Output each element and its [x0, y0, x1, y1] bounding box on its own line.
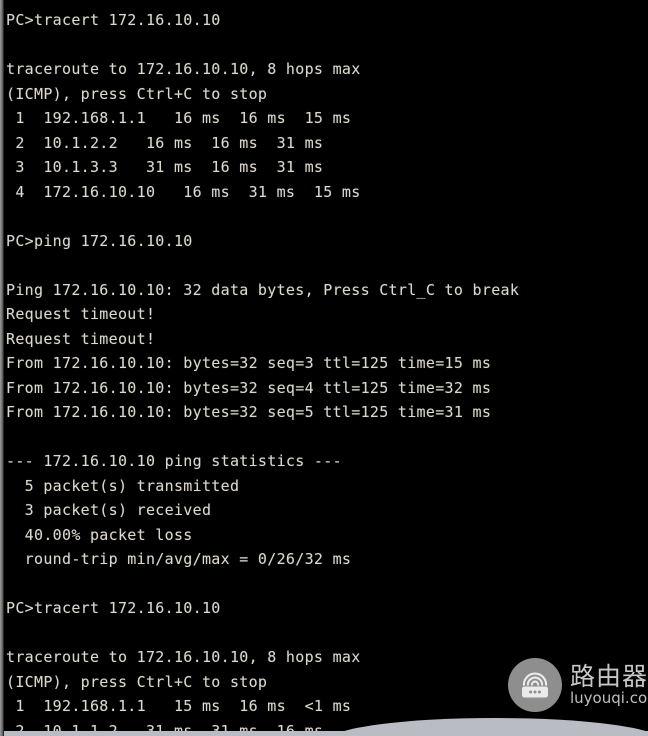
router-icon [508, 658, 562, 712]
terminal-line: Request timeout! [6, 305, 156, 323]
terminal-line: From 172.16.10.10: bytes=32 seq=3 ttl=12… [6, 354, 492, 372]
terminal-line: 40.00% packet loss [6, 525, 193, 544]
window-left-border [0, 0, 4, 736]
terminal-line: From 172.16.10.10: bytes=32 seq=4 ttl=12… [6, 378, 492, 397]
terminal-line: PC>tracert 172.16.10.10 [6, 599, 221, 617]
terminal-output[interactable]: PC>tracert 172.16.10.10 traceroute to 172… [0, 0, 648, 736]
terminal-line: 3 packet(s) received [6, 501, 212, 519]
bottom-edge-bar [0, 731, 648, 736]
terminal-line: PC>tracert 172.16.10.10 [6, 11, 221, 29]
terminal-line: (ICMP), press Ctrl+C to stop [6, 84, 268, 103]
terminal-line: From 172.16.10.10: bytes=32 seq=5 ttl=12… [6, 403, 492, 421]
watermark-title: 路由器 [570, 662, 648, 691]
terminal-line: PC>ping 172.16.10.10 [6, 231, 193, 250]
terminal-line: --- 172.16.10.10 ping statistics --- [6, 452, 342, 470]
watermark: 路由器 luyouqi.com [508, 658, 648, 712]
terminal-line: 2 10.1.2.2 16 ms 16 ms 31 ms [6, 133, 324, 152]
terminal-line: round-trip min/avg/max = 0/26/32 ms [6, 550, 352, 568]
terminal-line: traceroute to 172.16.10.10, 8 hops max [6, 60, 361, 78]
terminal-line: Request timeout! [6, 329, 156, 348]
terminal-screen: PC>tracert 172.16.10.10 traceroute to 172… [0, 0, 648, 736]
terminal-line: 1 192.168.1.1 16 ms 16 ms 15 ms [6, 109, 352, 127]
watermark-domain: luyouqi.com [570, 689, 648, 707]
terminal-line: 4 172.16.10.10 16 ms 31 ms 15 ms [6, 182, 361, 201]
terminal-line: Ping 172.16.10.10: 32 data bytes, Press … [6, 280, 520, 299]
watermark-text: 路由器 luyouqi.com [570, 663, 648, 707]
terminal-line: 5 packet(s) transmitted [6, 476, 240, 495]
terminal-line: 3 10.1.3.3 31 ms 16 ms 31 ms [6, 158, 324, 176]
